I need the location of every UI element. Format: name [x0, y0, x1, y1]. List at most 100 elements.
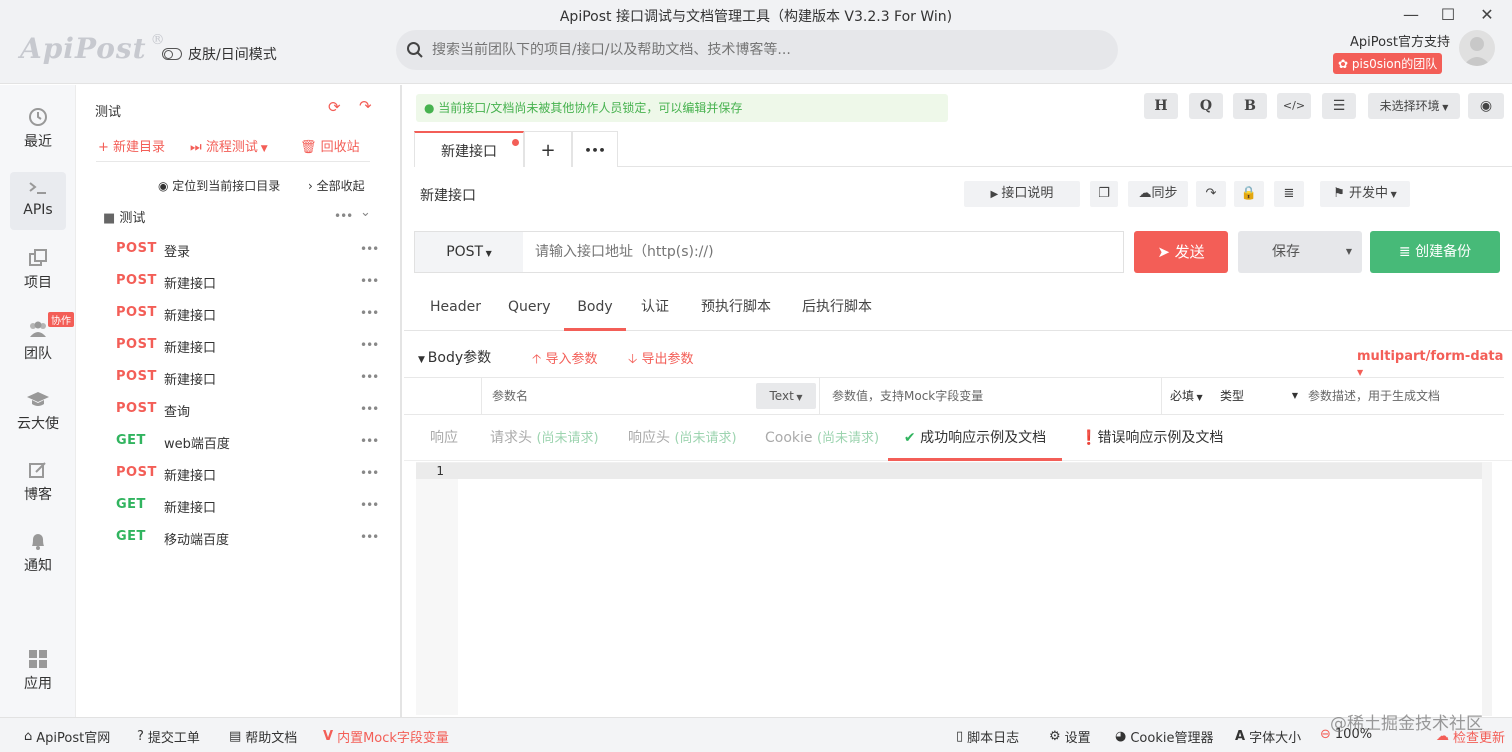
more-icon[interactable]: •••: [360, 530, 379, 544]
export-params-button[interactable]: 🡣 导出参数: [628, 348, 693, 372]
tab-success-example[interactable]: ✔ 成功响应示例及文档: [888, 415, 1062, 461]
close-button[interactable]: ✕: [1472, 4, 1502, 26]
status-select[interactable]: ⚑ 开发中 ▼: [1320, 181, 1410, 207]
create-backup-button[interactable]: ≣ 创建备份: [1370, 231, 1500, 273]
tab-cookie[interactable]: Cookie (尚未请求): [765, 415, 879, 461]
cloud-icon: ☁: [1138, 186, 1152, 201]
tab-auth[interactable]: 认证: [641, 287, 669, 331]
tab-request-headers[interactable]: 请求头 (尚未请求): [490, 415, 599, 461]
api-description-button[interactable]: ▶ 接口说明: [964, 181, 1080, 207]
api-name: 移动端百度: [164, 533, 230, 548]
tab-body[interactable]: Body: [564, 287, 626, 331]
recycle-bin-button[interactable]: 🗑 回收站: [300, 136, 360, 155]
copy-icon[interactable]: ❐: [1090, 181, 1118, 207]
caret-down-icon[interactable]: ▼: [1346, 231, 1352, 273]
mock-vars-link[interactable]: V 内置Mock字段变量: [323, 727, 449, 746]
quote-button[interactable]: Q: [1189, 93, 1223, 119]
official-site-link[interactable]: ⌂ ApiPost官网: [24, 727, 110, 746]
tab-error-example[interactable]: ❗错误响应示例及文档: [1080, 415, 1223, 461]
more-icon[interactable]: •••: [360, 242, 379, 256]
avatar[interactable]: [1459, 30, 1495, 66]
official-support-link[interactable]: ApiPost官方支持: [1350, 31, 1450, 50]
skin-mode-toggle[interactable]: 皮肤/日间模式: [162, 44, 277, 64]
caret-down-icon[interactable]: ▼: [418, 355, 428, 365]
refresh-icon[interactable]: ⟳: [328, 98, 341, 116]
help-docs-link[interactable]: ▤ 帮助文档: [229, 727, 297, 746]
cookie-manager-button[interactable]: ◕ Cookie管理器: [1115, 727, 1213, 746]
code-button[interactable]: </>: [1277, 93, 1311, 119]
new-folder-button[interactable]: + 新建目录: [98, 136, 165, 155]
eye-icon[interactable]: ◉: [1468, 93, 1504, 119]
more-icon[interactable]: •••: [360, 306, 379, 320]
param-desc-input[interactable]: 参数描述，用于生成文档: [1308, 378, 1440, 414]
type-select[interactable]: 类型 ▼: [1220, 378, 1298, 414]
share-icon[interactable]: ↷: [1196, 181, 1226, 207]
api-name: 登录: [164, 245, 191, 260]
divider: [96, 161, 370, 162]
nav-blog[interactable]: 博客: [10, 454, 66, 512]
script-log-button[interactable]: ▯ 脚本日志: [956, 727, 1019, 746]
share-icon[interactable]: ↷: [359, 97, 372, 115]
more-icon[interactable]: •••: [360, 402, 379, 416]
scrollbar[interactable]: [1482, 462, 1492, 716]
question-icon: ?: [137, 729, 144, 744]
folder-row[interactable]: ■ 测试: [103, 207, 145, 226]
submit-ticket-link[interactable]: ? 提交工单: [137, 727, 200, 746]
param-type-select[interactable]: Text ▼: [756, 383, 816, 409]
lock-status-text: 当前接口/文档尚未被其他协作人员锁定，可以编辑并保存: [438, 101, 743, 115]
maximize-button[interactable]: ☐: [1433, 4, 1463, 26]
tab-new-api[interactable]: 新建接口: [414, 131, 524, 167]
locate-current-button[interactable]: ◉ 定位到当前接口目录: [158, 177, 280, 194]
method-select[interactable]: POST ▼: [415, 232, 523, 272]
more-icon[interactable]: •••: [360, 466, 379, 480]
sliders-icon[interactable]: ☰: [1322, 93, 1356, 119]
v-icon: V: [323, 729, 334, 744]
param-value-input[interactable]: 参数值，支持Mock字段变量: [820, 378, 1162, 414]
add-tab-button[interactable]: +: [524, 131, 572, 167]
method-label: POST: [116, 337, 157, 352]
content-type-select[interactable]: multipart/form-data ▼: [1357, 349, 1512, 379]
chevron-down-icon[interactable]: ⌄: [360, 205, 371, 220]
tab-query[interactable]: Query: [508, 287, 551, 331]
code-editor[interactable]: 1: [416, 462, 1482, 715]
caret-down-icon: ▼: [1194, 393, 1203, 402]
environment-select[interactable]: 未选择环境 ▼: [1368, 93, 1460, 119]
heading-button[interactable]: H: [1144, 93, 1178, 119]
save-button[interactable]: 保存 ▼: [1238, 231, 1362, 273]
minimize-button[interactable]: —: [1396, 4, 1426, 26]
tab-post-script[interactable]: 后执行脚本: [802, 287, 872, 331]
tab-header[interactable]: Header: [430, 287, 481, 331]
nav-ambassador[interactable]: 云大使: [10, 383, 66, 441]
nav-apps[interactable]: 应用: [10, 643, 66, 701]
tab-response-headers[interactable]: 响应头 (尚未请求): [628, 415, 737, 461]
bold-button[interactable]: B: [1233, 93, 1267, 119]
more-icon[interactable]: •••: [360, 498, 379, 512]
nav-notice[interactable]: 通知: [10, 525, 66, 583]
tab-response[interactable]: 响应: [430, 415, 458, 461]
nav-recent[interactable]: 最近: [10, 101, 66, 159]
database-icon[interactable]: ≣: [1274, 181, 1304, 207]
url-input[interactable]: [523, 232, 1123, 272]
tab-pre-script[interactable]: 预执行脚本: [701, 287, 771, 331]
team-badge[interactable]: ✿ pis0sion的团队: [1333, 53, 1443, 74]
more-icon[interactable]: •••: [360, 434, 379, 448]
nav-apis[interactable]: APIs: [10, 172, 66, 230]
more-icon[interactable]: •••: [360, 370, 379, 384]
search-input[interactable]: [432, 42, 1092, 58]
sync-button[interactable]: ☁同步: [1128, 181, 1188, 207]
nav-projects[interactable]: 项目: [10, 242, 66, 300]
import-params-button[interactable]: 🡡 导入参数: [532, 348, 597, 372]
collapse-all-button[interactable]: › 全部收起: [308, 177, 365, 194]
lock-icon[interactable]: 🔒: [1234, 181, 1264, 207]
flow-test-button[interactable]: ⏭ 流程测试 ▼: [190, 136, 268, 155]
api-name-field[interactable]: 新建接口: [420, 185, 476, 205]
required-select[interactable]: 必填 ▼: [1170, 378, 1203, 416]
more-icon[interactable]: •••: [360, 338, 379, 352]
settings-button[interactable]: ⚙ 设置: [1049, 727, 1091, 746]
global-search[interactable]: [396, 30, 1118, 70]
send-button[interactable]: ➤ 发送: [1134, 231, 1228, 273]
more-icon[interactable]: •••: [360, 274, 379, 288]
font-size-button[interactable]: A 字体大小: [1235, 727, 1301, 746]
more-tabs-button[interactable]: •••: [572, 131, 618, 167]
folder-more-icon[interactable]: •••: [334, 209, 353, 223]
